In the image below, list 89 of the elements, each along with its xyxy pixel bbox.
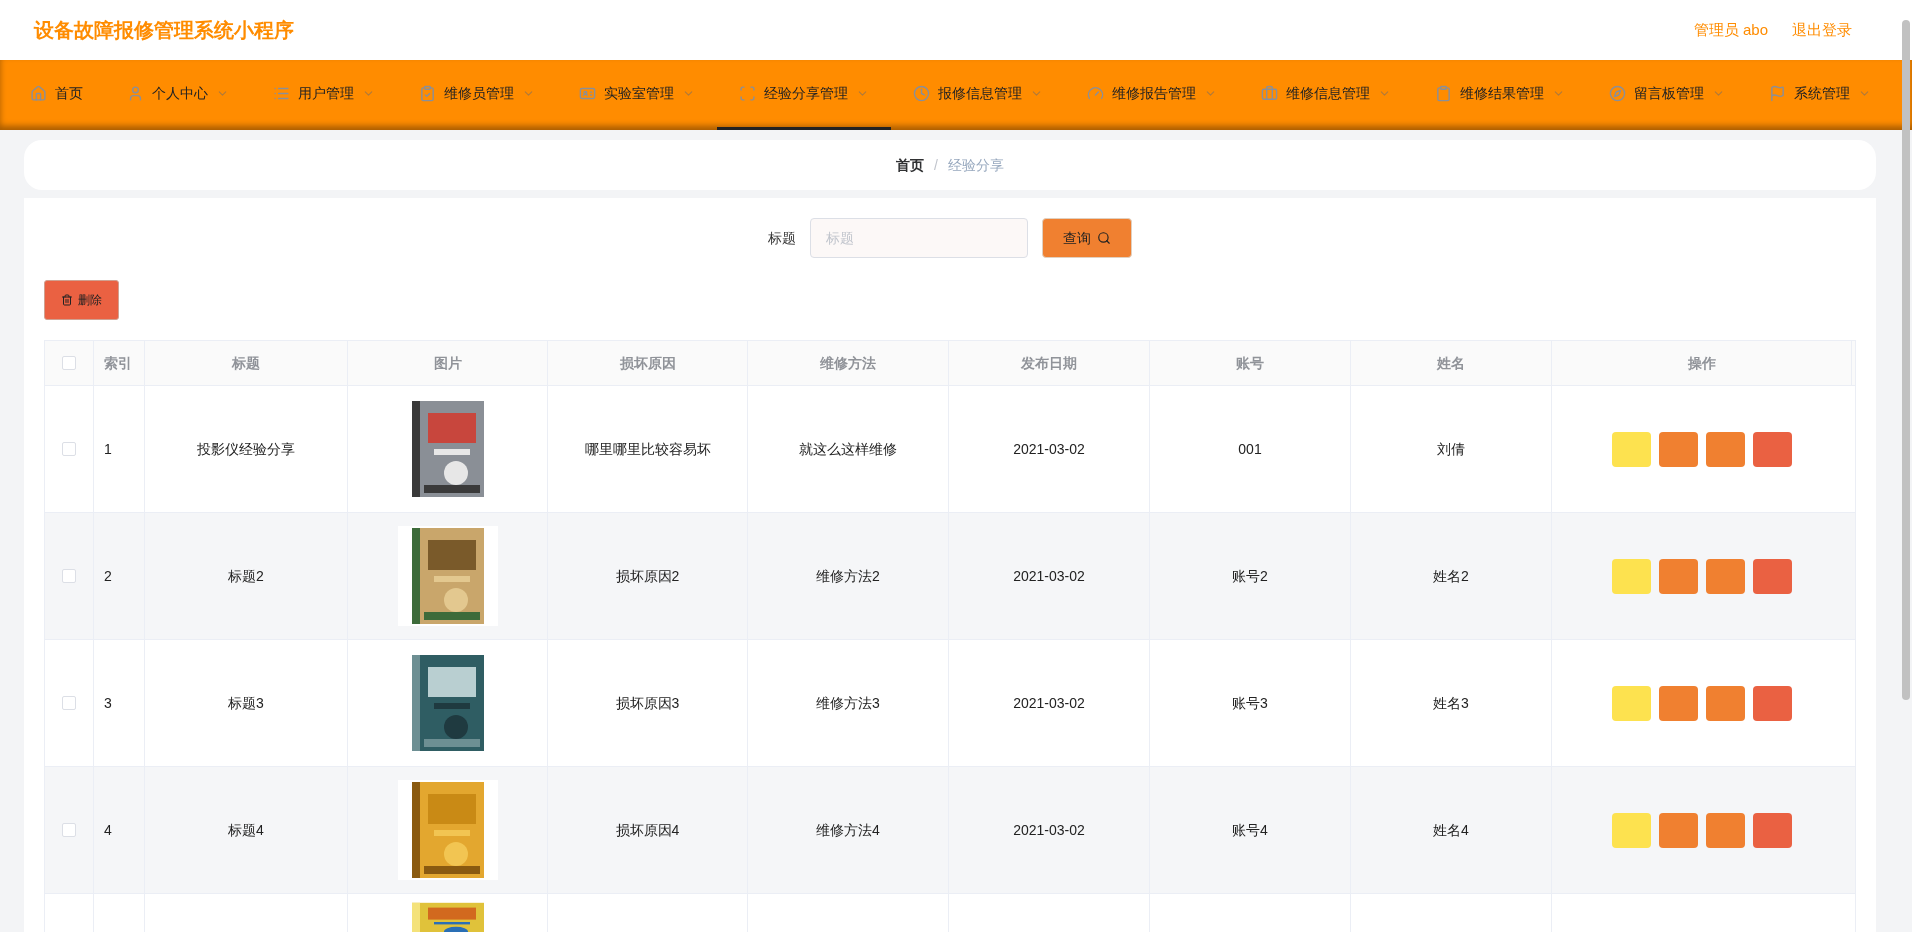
table-cell-text: 标题4 — [228, 820, 264, 840]
search-button[interactable]: 查询 — [1042, 218, 1132, 258]
action-button[interactable] — [1753, 685, 1792, 721]
action-button[interactable] — [1706, 685, 1745, 721]
flag-icon — [1769, 85, 1786, 102]
table-cell-text: 账号3 — [1232, 693, 1268, 713]
action-button[interactable] — [1706, 812, 1745, 848]
column-header: 维修方法 — [820, 353, 876, 373]
action-button[interactable] — [1659, 812, 1698, 848]
table-cell-text: 投影仪经验分享 — [197, 439, 295, 459]
breadcrumb-link[interactable]: 首页 — [896, 154, 925, 176]
nav-tab[interactable]: 用户管理 — [251, 60, 397, 130]
table-cell-text: 维修方法2 — [816, 566, 880, 586]
table-cell-text: 维修方法4 — [816, 820, 880, 840]
table-cell-text: 姓名2 — [1433, 566, 1469, 586]
table-cell-text: 001 — [1238, 439, 1262, 459]
search-label: 标题 — [768, 228, 796, 248]
column-header: 标题 — [232, 353, 260, 373]
nav-tab[interactable]: 维修结果管理 — [1413, 60, 1587, 130]
action-button[interactable] — [1659, 685, 1698, 721]
table-cell-text: 姓名3 — [1433, 693, 1469, 713]
checkbox[interactable] — [62, 823, 76, 837]
nav-tab[interactable]: 实验室管理 — [557, 60, 717, 130]
column-header: 操作 — [1687, 353, 1716, 373]
search-field[interactable]: 标题 — [810, 218, 1028, 258]
index-cell-text: 2 — [104, 566, 112, 586]
table-cell-text: 损坏原因2 — [615, 566, 680, 586]
table-cell-text: 刘倩 — [1437, 439, 1465, 459]
search-icon — [1097, 231, 1111, 245]
scan-frame-icon — [739, 85, 756, 102]
nav-tab[interactable]: 首页 — [8, 60, 105, 130]
column-header: 账号 — [1236, 353, 1264, 373]
nav-tab[interactable]: 报修信息管理 — [891, 60, 1065, 130]
table-cell-text: 账号4 — [1232, 820, 1268, 840]
table-cell-text: 标题3 — [228, 693, 264, 713]
nav-tab[interactable]: 维修报告管理 — [1065, 60, 1239, 130]
column-header: 损坏原因 — [619, 353, 676, 373]
table-cell-text: 哪里哪里比较容易坏 — [584, 439, 711, 459]
action-button[interactable] — [1659, 558, 1698, 594]
trash-icon — [61, 294, 73, 306]
action-button[interactable] — [1706, 558, 1745, 594]
nav-tab[interactable]: 维修信息管理 — [1239, 60, 1413, 130]
table-cell-text: 标题2 — [228, 566, 264, 586]
table-cell-text: 就这么这样维修 — [799, 439, 897, 459]
clock-icon — [913, 85, 930, 102]
checkbox[interactable] — [62, 569, 76, 583]
table-cell-text: 2021-03-02 — [1013, 820, 1085, 840]
user-icon — [127, 85, 144, 102]
table-cell-text: 2021-03-02 — [1013, 566, 1085, 586]
breadcrumb-separator: / — [934, 155, 938, 175]
briefcase-icon — [1261, 85, 1278, 102]
home-icon — [30, 85, 47, 102]
table-cell-text: 损坏原因3 — [615, 693, 680, 713]
user-label: 管理员 abo — [1693, 19, 1768, 40]
checkbox[interactable] — [62, 442, 76, 456]
table-cell-text: 姓名4 — [1433, 820, 1469, 840]
column-header: 图片 — [433, 353, 462, 373]
index-cell-text: 3 — [104, 693, 112, 713]
index-cell-text: 1 — [104, 439, 112, 459]
table-cell-text: 2021-03-02 — [1013, 439, 1085, 459]
nav-tab[interactable]: 系统管理 — [1747, 60, 1893, 130]
nav-tab[interactable]: 维修员管理 — [397, 60, 557, 130]
column-header: 姓名 — [1437, 353, 1465, 373]
nav-tab[interactable]: 个人中心 — [105, 60, 251, 130]
clipboard-check-icon — [419, 85, 436, 102]
action-button[interactable] — [1753, 558, 1792, 594]
list-icon — [273, 85, 290, 102]
action-button[interactable] — [1659, 431, 1698, 467]
column-header: 索引 — [104, 353, 132, 373]
action-button[interactable] — [1706, 431, 1745, 467]
delete-button[interactable]: 删除 — [44, 280, 119, 320]
index-cell-text: 4 — [104, 820, 112, 840]
checkbox[interactable] — [62, 356, 76, 370]
compass-icon — [1609, 85, 1626, 102]
action-button[interactable] — [1753, 431, 1792, 467]
table-cell-text: 维修方法3 — [816, 693, 880, 713]
gauge-icon — [1087, 85, 1104, 102]
nav-tab[interactable]: 留言板管理 — [1587, 60, 1747, 130]
table-cell-text: 账号2 — [1232, 566, 1268, 586]
breadcrumb-current: 经验分享 — [947, 155, 1004, 175]
app-title: 设备故障报修管理系统小程序 — [34, 18, 294, 43]
table-cell-text: 2021-03-02 — [1013, 693, 1085, 713]
column-header: 发布日期 — [1021, 353, 1077, 373]
nav-tab[interactable]: 经验分享管理 — [717, 60, 891, 130]
clipboard-icon — [1435, 85, 1452, 102]
action-button[interactable] — [1753, 812, 1792, 848]
id-card-icon — [579, 85, 596, 102]
table-cell-text: 损坏原因4 — [615, 820, 680, 840]
checkbox[interactable] — [62, 696, 76, 710]
